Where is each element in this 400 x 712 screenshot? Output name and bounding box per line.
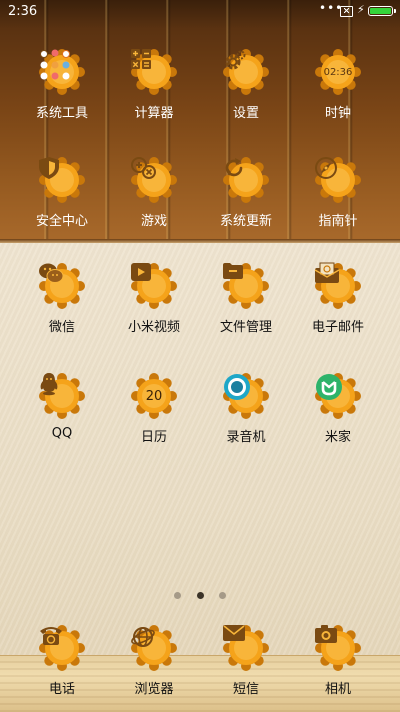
dock-browser[interactable]: 浏览器 [106, 624, 202, 697]
app-label: 微信 [48, 320, 75, 335]
app-games[interactable]: 游戏 [106, 156, 202, 229]
gamepad-icon [130, 156, 178, 204]
app-mi-video[interactable]: 小米视频 [106, 262, 202, 335]
message-icon [222, 624, 270, 672]
app-icon [222, 372, 270, 420]
app-wechat[interactable]: 微信 [14, 262, 110, 335]
app-security-center[interactable]: 安全中心 [14, 156, 110, 229]
no-sim-icon [340, 6, 353, 17]
calendar-icon: 20 [130, 372, 178, 420]
clock-time-text: 02:36 [323, 66, 353, 78]
app-calculator[interactable]: 计算器 [106, 48, 202, 121]
app-label: 游戏 [140, 214, 167, 229]
app-label: 小米视频 [127, 320, 180, 335]
app-recorder[interactable]: 录音机 [198, 372, 294, 445]
app-icon [222, 48, 270, 96]
folder-icon [222, 262, 270, 310]
app-icon [222, 624, 270, 672]
app-icon [38, 48, 86, 96]
penguin-icon [38, 372, 86, 420]
app-icon [130, 156, 178, 204]
shield-icon [38, 156, 86, 204]
app-label: 短信 [232, 682, 259, 697]
app-icon [130, 624, 178, 672]
app-label: 日历 [140, 430, 167, 445]
mijia-icon [314, 372, 362, 420]
app-icon: 02:36 [314, 48, 362, 96]
app-email[interactable]: 电子邮件 [290, 262, 386, 335]
app-label: QQ [51, 426, 73, 441]
app-label: 录音机 [226, 430, 266, 445]
battery-icon [368, 6, 396, 16]
video-play-icon [130, 262, 178, 310]
app-label: 相机 [324, 682, 351, 697]
record-icon [222, 372, 270, 420]
dock-phone[interactable]: 电话 [14, 624, 110, 697]
app-label: 时钟 [324, 106, 351, 121]
app-label: 系统工具 [35, 106, 88, 121]
app-label: 米家 [324, 430, 351, 445]
app-file-manager[interactable]: 文件管理 [198, 262, 294, 335]
app-label: 指南针 [318, 214, 358, 229]
dock-messages[interactable]: 短信 [198, 624, 294, 697]
app-icon [38, 624, 86, 672]
app-compass[interactable]: 指南针 [290, 156, 386, 229]
app-calendar[interactable]: 20 日历 [106, 372, 202, 445]
app-clock[interactable]: 02:36 时钟 [290, 48, 386, 121]
app-icon [222, 156, 270, 204]
app-label: 电子邮件 [311, 320, 364, 335]
app-icon [314, 372, 362, 420]
status-bar: 2:36 ••• ⚡ [0, 0, 400, 24]
camera-icon [314, 624, 362, 672]
app-icon: 20 [130, 372, 178, 420]
app-icon [314, 262, 362, 310]
phone-icon [38, 624, 86, 672]
page-dot-current[interactable] [196, 592, 204, 599]
charging-icon: ⚡ [357, 3, 365, 16]
app-label: 安全中心 [35, 214, 88, 229]
refresh-icon [222, 156, 270, 204]
calculator-icon [130, 48, 178, 96]
compass-icon [314, 156, 362, 204]
app-icon [38, 262, 86, 310]
app-icon [222, 262, 270, 310]
app-mijia[interactable]: 米家 [290, 372, 386, 445]
page-dot[interactable] [218, 592, 226, 599]
dock-camera[interactable]: 相机 [290, 624, 386, 697]
app-label: 浏览器 [134, 682, 174, 697]
globe-icon [130, 624, 178, 672]
app-icon [130, 262, 178, 310]
app-label: 文件管理 [219, 320, 272, 335]
app-grid-icon [38, 48, 86, 96]
app-qq[interactable]: QQ [14, 372, 110, 441]
page-indicator [0, 585, 400, 599]
app-icon [38, 372, 86, 420]
app-system-update[interactable]: 系统更新 [198, 156, 294, 229]
calendar-day-text: 20 [145, 388, 163, 404]
app-icon [314, 156, 362, 204]
app-icon [314, 624, 362, 672]
app-icon [38, 156, 86, 204]
app-label: 计算器 [134, 106, 174, 121]
clock-icon: 02:36 [314, 48, 362, 96]
app-label: 电话 [48, 682, 75, 697]
status-time: 2:36 [8, 4, 38, 19]
mail-icon [314, 262, 362, 310]
app-label: 设置 [232, 106, 259, 121]
app-system-tools[interactable]: 系统工具 [14, 48, 110, 121]
app-label: 系统更新 [219, 214, 272, 229]
app-icon [130, 48, 178, 96]
chat-bubbles-icon [38, 262, 86, 310]
gear-icon [222, 48, 270, 96]
app-settings[interactable]: 设置 [198, 48, 294, 121]
